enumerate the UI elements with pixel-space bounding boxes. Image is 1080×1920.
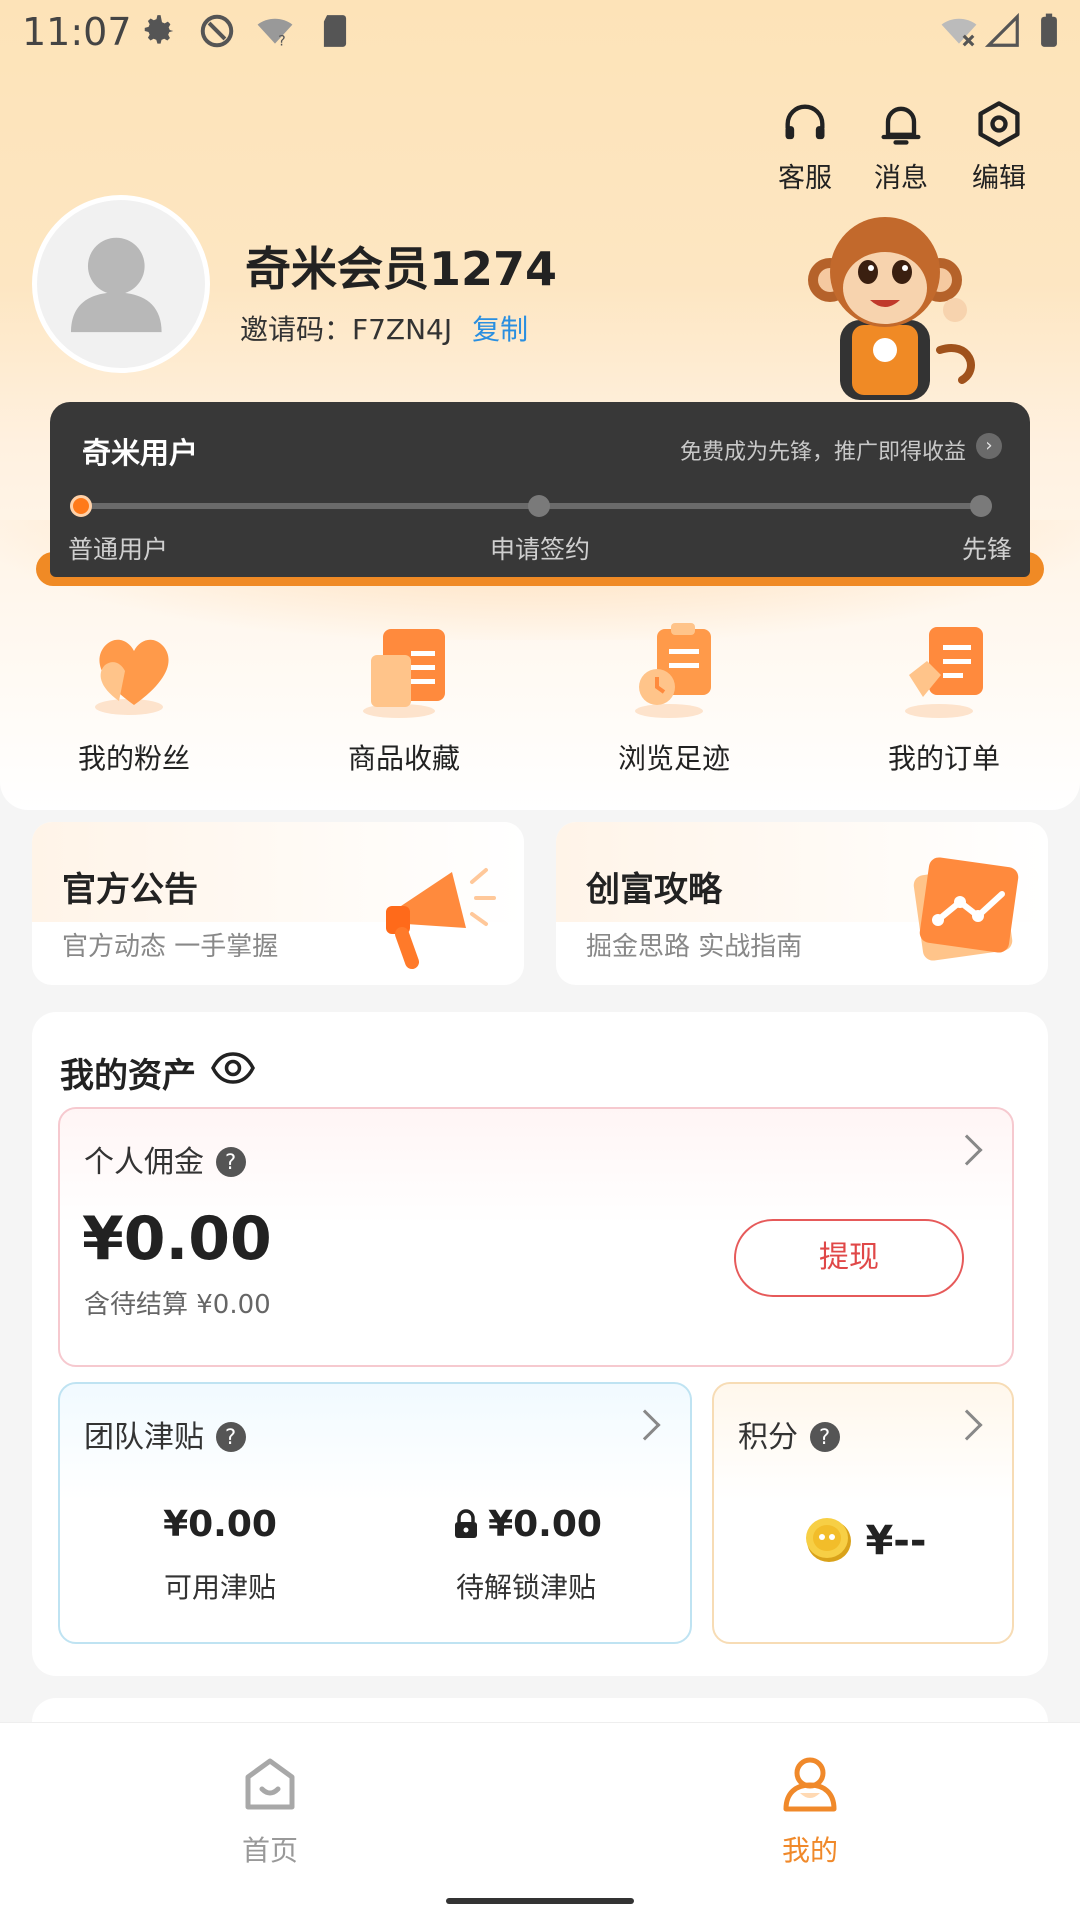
- level-title: 奇米用户: [82, 436, 199, 470]
- team-allowance-label: 团队津贴: [84, 1420, 204, 1455]
- points-value: ¥--: [865, 1518, 927, 1564]
- my-orders-tile[interactable]: 我的订单: [844, 615, 1044, 777]
- chevron-right-icon: [951, 1134, 983, 1166]
- bell-icon: [881, 106, 921, 145]
- sync-status-icon: [200, 14, 234, 48]
- level-step-label: 先锋: [962, 535, 1013, 564]
- eye-icon[interactable]: [210, 1050, 256, 1086]
- my-assets-title: 我的资产: [60, 1056, 196, 1096]
- username: 奇米会员1274: [245, 242, 558, 296]
- level-step-dot: [970, 495, 992, 517]
- nav-profile-label: 我的: [781, 1834, 838, 1867]
- nav-home-label: 首页: [241, 1834, 298, 1867]
- level-step-label: 申请签约: [490, 535, 591, 564]
- browse-history-label: 浏览足迹: [617, 742, 730, 775]
- messages-label: 消息: [874, 163, 928, 194]
- headset-icon: [785, 104, 825, 140]
- announcement-card[interactable]: 官方公告 官方动态 一手掌握: [32, 822, 524, 985]
- team-label-row: 团队津贴 ?: [84, 1412, 246, 1456]
- personal-commission-card[interactable]: 个人佣金 ? ¥0.00 含待结算 ¥0.00 提现: [58, 1107, 1014, 1367]
- chart-card-icon: [913, 857, 1019, 961]
- messages-button[interactable]: 消息: [856, 98, 946, 195]
- wifi-unknown-icon: ?: [257, 18, 293, 49]
- available-allowance-value: ¥0.00: [163, 1504, 277, 1545]
- settings-status-icon: [144, 15, 174, 44]
- level-step-dot: [528, 495, 550, 517]
- svg-text:?: ?: [278, 33, 286, 49]
- history-icon: [635, 623, 711, 718]
- edit-button[interactable]: 编辑: [954, 98, 1044, 195]
- megaphone-icon: [386, 868, 496, 969]
- profile-icon: [783, 1757, 837, 1812]
- sd-card-icon: [323, 15, 347, 47]
- wealth-guide-card[interactable]: 创富攻略 掘金思路 实战指南: [556, 822, 1048, 985]
- home-icon: [245, 1758, 295, 1810]
- browse-history-tile[interactable]: 浏览足迹: [574, 615, 774, 777]
- locked-allowance-label: 待解锁津贴: [455, 1571, 596, 1604]
- copy-invite-button[interactable]: 复制: [472, 313, 528, 346]
- commission-pending: 含待结算 ¥0.00: [84, 1290, 271, 1320]
- locked-allowance-row: ¥0.00: [386, 1504, 666, 1545]
- my-fans-tile[interactable]: 我的粉丝: [34, 615, 234, 777]
- invite-code: 邀请码：F7ZN4J: [240, 313, 453, 346]
- wifi-off-icon: [941, 18, 977, 47]
- favorites-tile[interactable]: 商品收藏: [304, 615, 504, 777]
- chevron-right-icon: [629, 1409, 661, 1441]
- my-assets-section: 我的资产 个人佣金 ? ¥0.00 含待结算 ¥0.00 提现 团队津贴 ? ¥…: [32, 1012, 1048, 1676]
- level-promo-link[interactable]: 免费成为先锋，推广即得收益: [680, 434, 966, 466]
- points-label: 积分: [738, 1420, 798, 1455]
- signal-icon: [984, 12, 1019, 47]
- home-indicator: [446, 1898, 634, 1904]
- invite-code-row: 邀请码：F7ZN4J 复制: [240, 308, 528, 348]
- bottom-navigation: 首页 我的: [0, 1722, 1080, 1920]
- announcement-subtitle: 官方动态 一手掌握: [62, 932, 279, 962]
- points-label-row: 积分 ?: [738, 1412, 840, 1456]
- chevron-right-icon: ›: [976, 433, 1002, 459]
- level-step-label: 普通用户: [68, 535, 169, 564]
- edit-label: 编辑: [972, 163, 1026, 194]
- heart-icon: [95, 639, 169, 715]
- my-fans-label: 我的粉丝: [77, 742, 190, 775]
- my-orders-label: 我的订单: [887, 742, 1000, 775]
- avatar[interactable]: [32, 195, 210, 373]
- help-icon[interactable]: ?: [215, 1422, 246, 1452]
- monkey-mascot-icon: [808, 217, 975, 400]
- commission-label: 个人佣金: [84, 1145, 204, 1180]
- coin-icon: [806, 1518, 852, 1562]
- wealth-guide-subtitle: 掘金思路 实战指南: [586, 932, 803, 962]
- customer-service-label: 客服: [778, 163, 832, 194]
- status-bar: 11:07 ?: [0, 0, 1080, 64]
- battery-icon: [1041, 13, 1057, 47]
- locked-allowance-value: ¥0.00: [488, 1504, 602, 1545]
- order-icon: [905, 627, 983, 718]
- settings-hex-icon: [978, 101, 1020, 147]
- wealth-guide-title: 创富攻略: [586, 870, 722, 910]
- help-icon[interactable]: ?: [215, 1147, 246, 1177]
- lock-icon: [455, 1509, 478, 1538]
- collection-icon: [363, 629, 445, 718]
- chevron-right-icon: [951, 1409, 983, 1441]
- withdraw-button[interactable]: 提现: [734, 1219, 964, 1297]
- announcement-title: 官方公告: [62, 870, 198, 910]
- customer-service-button[interactable]: 客服: [760, 98, 850, 195]
- commission-amount: ¥0.00: [82, 1204, 272, 1274]
- commission-label-row: 个人佣金 ?: [84, 1137, 246, 1181]
- nav-home[interactable]: 首页: [190, 1751, 350, 1869]
- points-card[interactable]: 积分 ? ¥--: [712, 1382, 1014, 1644]
- level-step-dot-current: [70, 495, 92, 517]
- membership-level-card[interactable]: 奇米用户 免费成为先锋，推广即得收益 › 普通用户 申请签约 先锋: [50, 402, 1030, 577]
- nav-profile[interactable]: 我的: [730, 1751, 890, 1869]
- status-time: 11:07: [22, 10, 132, 54]
- available-allowance-label: 可用津贴: [163, 1571, 276, 1604]
- default-avatar-icon: [70, 237, 162, 333]
- help-icon[interactable]: ?: [809, 1422, 840, 1452]
- points-value-row: ¥--: [714, 1514, 1016, 1564]
- favorites-label: 商品收藏: [347, 742, 460, 775]
- team-allowance-card[interactable]: 团队津贴 ? ¥0.00 可用津贴 ¥0.00 待解锁津贴: [58, 1382, 692, 1644]
